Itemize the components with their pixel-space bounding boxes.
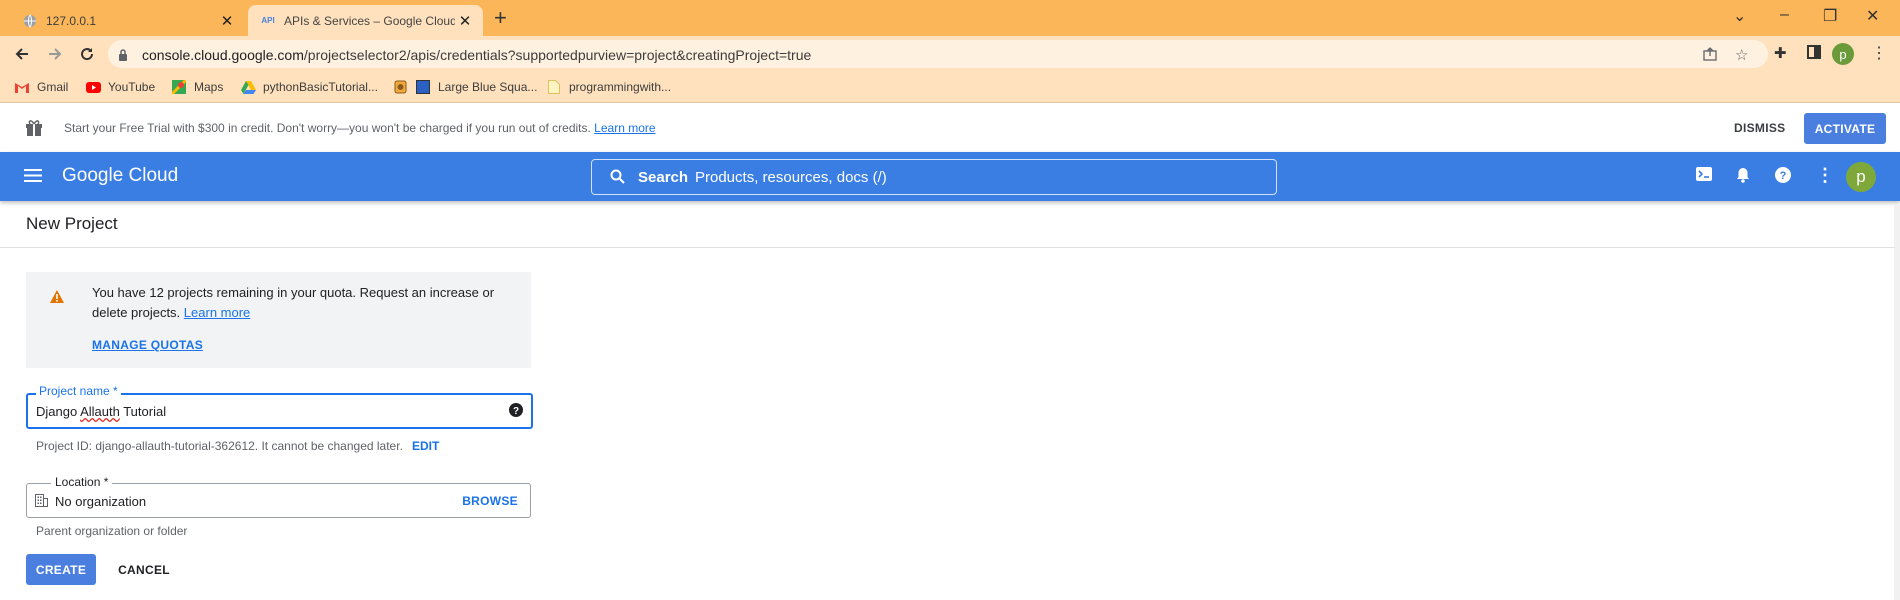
building-icon [35, 494, 48, 512]
edit-project-id-button[interactable]: EDIT [412, 439, 439, 453]
bookmark-label: YouTube [108, 80, 156, 94]
free-trial-banner: Start your Free Trial with $300 in credi… [0, 103, 1900, 153]
reload-icon[interactable] [77, 44, 97, 64]
hamburger-menu-icon[interactable] [24, 169, 42, 187]
bookmark-label: Maps [194, 80, 224, 94]
quota-notice: You have 12 projects remaining in your q… [26, 272, 531, 368]
warning-icon [50, 290, 64, 308]
project-name-label: Project name * [36, 384, 121, 398]
tab-title: 127.0.0.1 [46, 13, 97, 28]
bookmark-python-tutorial[interactable]: pythonBasicTutorial... [240, 79, 378, 95]
bookmark-large-blue-square[interactable]: Large Blue Squa... [415, 79, 537, 95]
svg-text:?: ? [513, 406, 519, 417]
blue-square-icon [415, 79, 431, 95]
location-help-text: Parent organization or folder [36, 524, 188, 538]
help-icon[interactable]: ? [509, 403, 523, 422]
location-field[interactable]: Location * No organization BROWSE [26, 475, 531, 518]
dismiss-button[interactable]: DISMISS [1734, 121, 1785, 135]
google-cloud-logo[interactable]: Google Cloud [62, 165, 178, 187]
side-panel-icon[interactable] [1807, 45, 1821, 59]
browser-toolbar: console.cloud.google.com/projectselector… [0, 36, 1900, 72]
lock-icon[interactable] [118, 48, 128, 66]
folder-icon [546, 79, 562, 95]
more-options-icon[interactable]: ⋮ [1816, 165, 1834, 186]
forward-icon[interactable] [45, 44, 65, 64]
browser-menu-icon[interactable]: ⋮ [1871, 43, 1887, 63]
help-icon[interactable]: ? [1775, 167, 1791, 188]
youtube-icon [85, 79, 101, 95]
drive-icon [240, 79, 256, 95]
search-label: Search [638, 169, 689, 186]
activate-button[interactable]: ACTIVATE [1804, 113, 1886, 144]
gift-icon [25, 119, 43, 141]
cloud-shell-icon[interactable] [1696, 167, 1712, 186]
browser-tab-localhost[interactable]: 127.0.0.1 ✕ [10, 5, 245, 36]
close-tab-icon[interactable]: ✕ [217, 12, 237, 30]
divider [0, 247, 1900, 248]
bookmark-label: programmingwith... [569, 80, 672, 94]
bookmarks-bar: Gmail YouTube Maps pythonBasicTutorial..… [0, 72, 1900, 103]
globe-icon [22, 13, 38, 29]
svg-text:?: ? [1780, 170, 1787, 182]
browse-button[interactable]: BROWSE [462, 494, 518, 508]
tab-search-icon[interactable]: ⌄ [1733, 6, 1746, 26]
search-bar[interactable]: Search Products, resources, docs (/) [591, 159, 1277, 195]
maps-icon [171, 79, 187, 95]
tab-strip: 127.0.0.1 ✕ API APIs & Services – Google… [0, 0, 1900, 36]
create-button[interactable]: CREATE [26, 554, 96, 585]
location-label: Location * [51, 475, 113, 489]
bookmark-gmail[interactable]: Gmail [14, 79, 68, 95]
page-title: New Project [26, 214, 118, 233]
new-tab-icon[interactable]: + [494, 7, 507, 29]
bookmark-label: Gmail [37, 80, 69, 94]
gcloud-header: Google Cloud Search Products, resources,… [0, 152, 1900, 201]
restore-icon[interactable]: ❐ [1823, 6, 1837, 26]
bookmark-youtube[interactable]: YouTube [85, 79, 155, 95]
manage-quotas-link[interactable]: MANAGE QUOTAS [92, 338, 203, 352]
bookmark-programmingwith[interactable]: programmingwith... [546, 79, 671, 95]
close-tab-icon[interactable]: ✕ [455, 12, 475, 30]
bookmark-maps[interactable]: Maps [171, 79, 223, 95]
trial-learn-more-link[interactable]: Learn more [594, 121, 655, 135]
extensions-icon[interactable]: ✚ [1774, 44, 1787, 62]
account-avatar[interactable]: p [1846, 162, 1876, 192]
bookmark-star-icon[interactable]: ☆ [1735, 46, 1748, 64]
profile-avatar[interactable]: p [1832, 43, 1854, 65]
project-name-field[interactable]: Project name * Django Allauth Tutorial ? [26, 384, 533, 429]
address-bar[interactable]: console.cloud.google.com/projectselector… [108, 40, 1768, 68]
notifications-icon[interactable] [1736, 167, 1750, 188]
bookmark-icon [392, 79, 408, 95]
quota-text: You have 12 projects remaining in your q… [92, 285, 495, 320]
gmail-icon [14, 79, 30, 95]
quota-learn-more-link[interactable]: Learn more [184, 305, 250, 320]
close-window-icon[interactable]: ✕ [1866, 6, 1879, 26]
bookmark-label: Large Blue Squa... [438, 80, 538, 94]
trial-message: Start your Free Trial with $300 in credi… [64, 121, 656, 135]
share-icon[interactable] [1702, 46, 1718, 67]
url-text: console.cloud.google.com/projectselector… [142, 47, 812, 63]
search-icon [610, 169, 625, 189]
bookmark-unnamed[interactable] [392, 79, 415, 95]
browser-tab-gcloud[interactable]: API APIs & Services – Google Cloud c ✕ [248, 5, 483, 36]
bookmark-label: pythonBasicTutorial... [263, 80, 378, 94]
project-id-text: Project ID: django-allauth-tutorial-3626… [36, 439, 403, 453]
cancel-button[interactable]: CANCEL [110, 554, 178, 585]
api-icon: API [261, 16, 275, 25]
tab-title: APIs & Services – Google Cloud c [284, 13, 455, 28]
minimize-icon[interactable]: – [1780, 6, 1789, 24]
page-scrollbar[interactable] [1894, 205, 1900, 600]
project-name-value[interactable]: Django Allauth Tutorial [36, 404, 166, 419]
back-icon[interactable] [12, 44, 32, 64]
location-value: No organization [55, 494, 147, 509]
search-placeholder: Products, resources, docs (/) [695, 169, 887, 186]
